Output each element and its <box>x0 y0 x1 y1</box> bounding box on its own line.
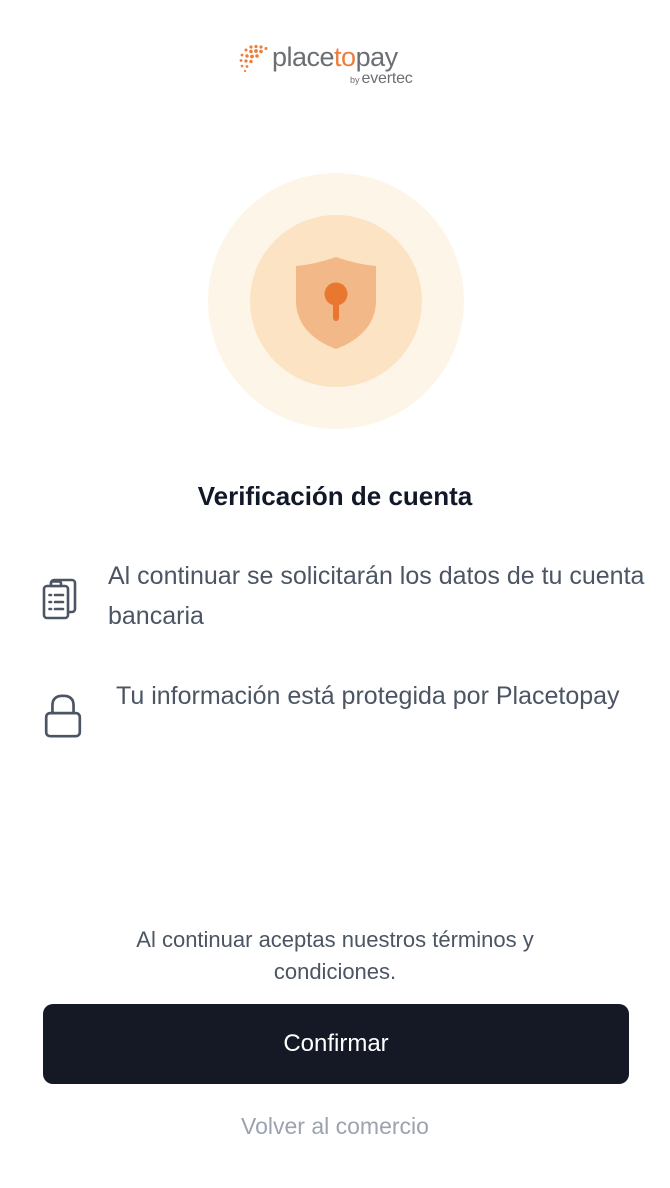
placetopay-wordmark: placetopay <box>272 42 398 72</box>
page-title: Verificación de cuenta <box>197 481 473 511</box>
lock-icon <box>44 694 82 738</box>
terms-notice: Al continuar aceptas nuestros términos y… <box>136 927 534 984</box>
placetopay-logo-mark <box>239 44 268 73</box>
shield-keyhole-icon <box>296 257 376 349</box>
placetopay-logo: placetopay by evertec <box>238 40 438 92</box>
clipboard-list-icon <box>42 578 77 620</box>
info-item-bank-data: Al continuar se solicitarán los datos de… <box>40 556 644 640</box>
info-text-bank-data: Al continuar se solicitarán los datos de… <box>108 562 645 630</box>
info-text-protection: Tu información está protegida por Placet… <box>116 682 620 710</box>
security-illustration <box>208 173 464 429</box>
back-to-merchant-link[interactable]: Volver al comercio <box>0 1110 670 1142</box>
evertec-wordmark: by evertec <box>350 70 413 87</box>
confirm-button[interactable]: Confirmar <box>43 1004 629 1084</box>
info-item-protection: Tu información está protegida por Placet… <box>40 676 640 760</box>
